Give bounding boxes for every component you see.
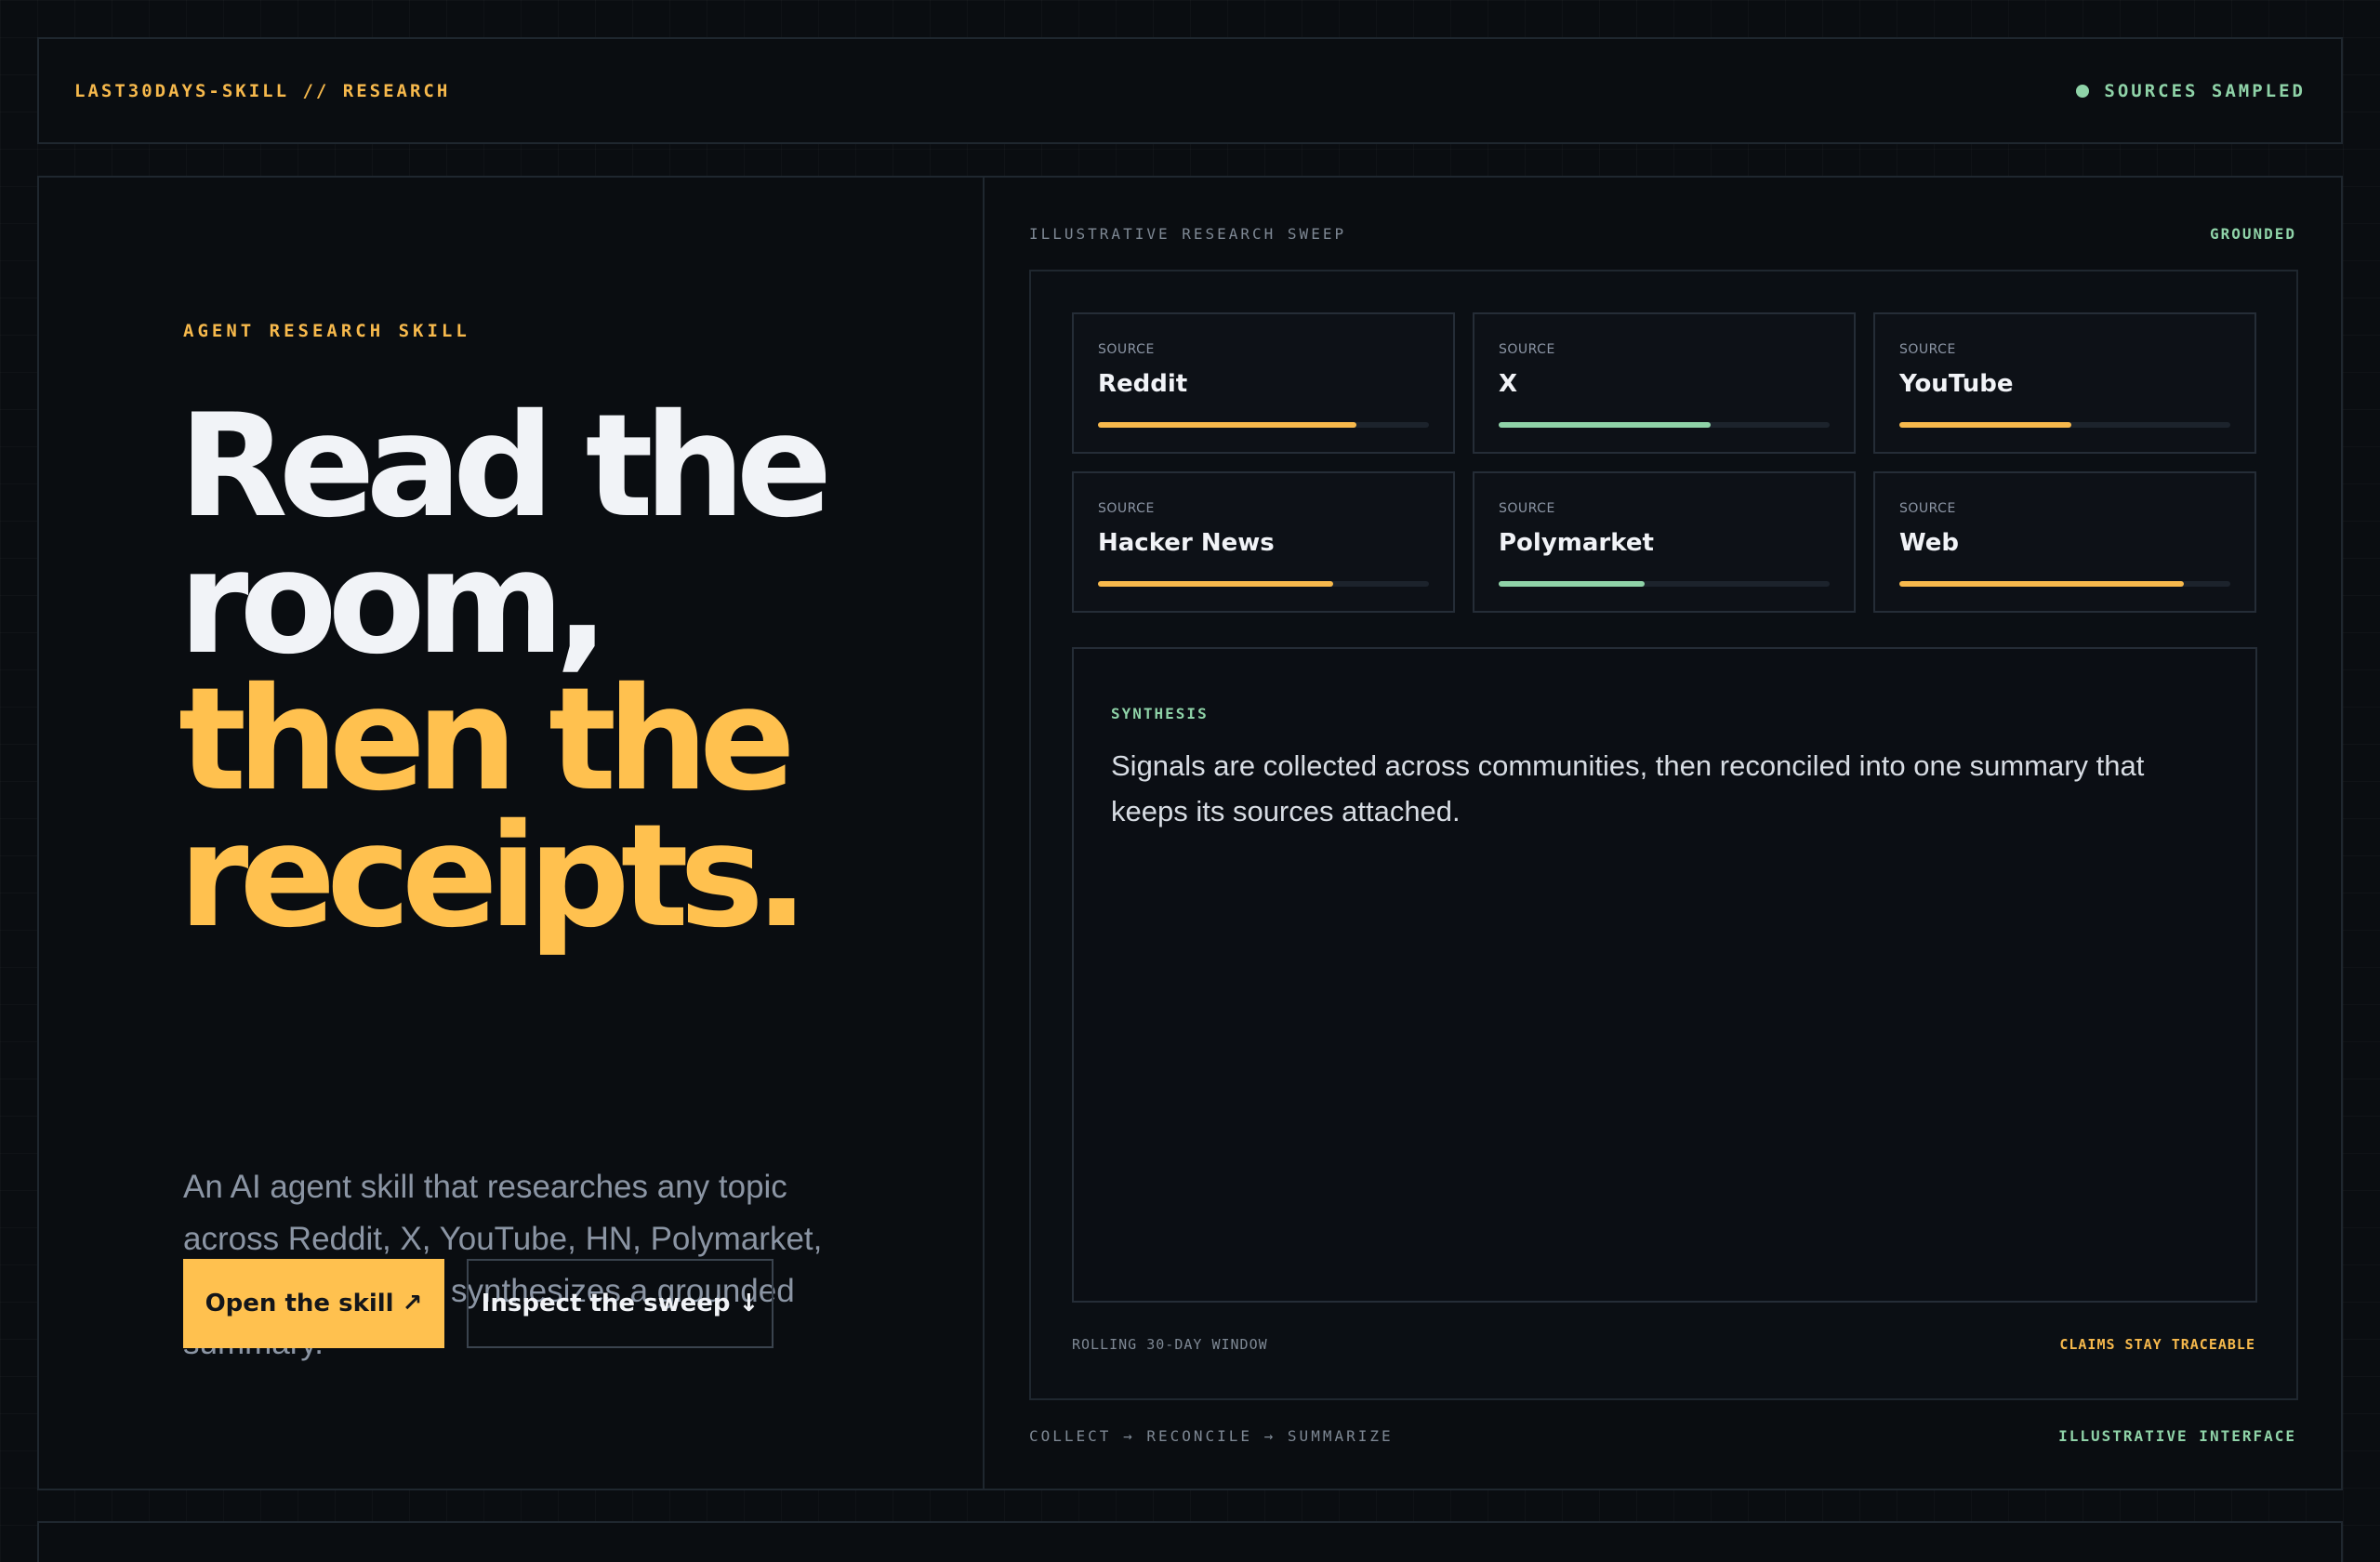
source-kicker: SOURCE (1899, 342, 1956, 357)
source-name: Web (1899, 529, 1959, 557)
window-label: ROLLING 30-DAY WINDOW (1072, 1336, 1268, 1353)
source-kicker: SOURCE (1499, 501, 1555, 516)
source-level-bar (1098, 422, 1429, 428)
synthesis-label: SYNTHESIS (1111, 705, 1209, 722)
source-name: X (1499, 370, 1518, 398)
source-name: YouTube (1899, 370, 2014, 398)
source-kicker: SOURCE (1899, 501, 1956, 516)
top-bar: LAST30DAYS-SKILL // RESEARCH SOURCES SAM… (37, 37, 2343, 144)
source-level-bar (1098, 581, 1429, 587)
source-name: Reddit (1098, 370, 1188, 398)
source-card[interactable]: SOURCE X (1473, 312, 1856, 454)
source-level-fill (1098, 581, 1333, 587)
source-level-bar (1499, 422, 1830, 428)
source-kicker: SOURCE (1098, 501, 1155, 516)
traceable-label: CLAIMS STAY TRACEABLE (2059, 1336, 2255, 1353)
headline-line-1: Read the (178, 384, 832, 549)
research-sweep-panel: SOURCE Reddit SOURCE X SOURCE YouTube SOURCE Ha… (1029, 270, 2298, 1400)
source-card[interactable]: SOURCE Web (1873, 471, 2256, 613)
inspect-sweep-button[interactable]: Inspect the sweep ↓ (467, 1259, 774, 1348)
synthesis-text: Signals are collected across communities… (1111, 749, 2145, 827)
source-card[interactable]: SOURCE Hacker News (1072, 471, 1455, 613)
headline-line-2: room, (178, 521, 609, 686)
hero-panel: AGENT RESEARCH SKILL Read the room, then… (37, 176, 2343, 1490)
pipeline-label: COLLECT → RECONCILE → SUMMARIZE (1029, 1427, 1394, 1445)
source-kicker: SOURCE (1098, 342, 1155, 357)
source-kicker: SOURCE (1499, 342, 1555, 357)
sources-status: SOURCES SAMPLED (2076, 81, 2306, 101)
source-level-bar (1499, 581, 1830, 587)
source-level-bar (1899, 422, 2230, 428)
brand-label[interactable]: LAST30DAYS-SKILL // RESEARCH (74, 81, 450, 101)
open-skill-button[interactable]: Open the skill ↗ (183, 1259, 444, 1348)
source-level-fill (1499, 581, 1645, 587)
source-card[interactable]: SOURCE YouTube (1873, 312, 2256, 454)
source-card[interactable]: SOURCE Reddit (1072, 312, 1455, 454)
headline-line-4: receipts. (178, 794, 809, 960)
source-level-bar (1899, 581, 2230, 587)
illustrative-note: ILLUSTRATIVE INTERFACE (2058, 1427, 2296, 1445)
source-level-fill (1899, 422, 2072, 428)
source-level-fill (1098, 422, 1356, 428)
source-card[interactable]: SOURCE Polymarket (1473, 471, 1856, 613)
sources-grid: SOURCE Reddit SOURCE X SOURCE YouTube SOURCE Ha… (1072, 312, 2257, 613)
source-level-fill (1899, 581, 2185, 587)
source-name: Polymarket (1499, 529, 1654, 557)
hero-headline: Read the room, then the receipts. (178, 384, 941, 960)
headline-line-3: then the (178, 657, 796, 823)
status-label: SOURCES SAMPLED (2104, 80, 2306, 101)
sweep-title: ILLUSTRATIVE RESEARCH SWEEP (1029, 225, 1347, 243)
hero-eyebrow: AGENT RESEARCH SKILL (183, 321, 470, 341)
source-level-fill (1499, 422, 1711, 428)
status-dot-icon (2076, 84, 2090, 98)
next-section-edge (37, 1521, 2343, 1562)
grounded-badge: GROUNDED (2209, 225, 2296, 243)
source-name: Hacker News (1098, 529, 1275, 557)
synthesis-box: SYNTHESIS Signals are collected across c… (1072, 647, 2257, 1303)
panel-divider (983, 178, 985, 1489)
